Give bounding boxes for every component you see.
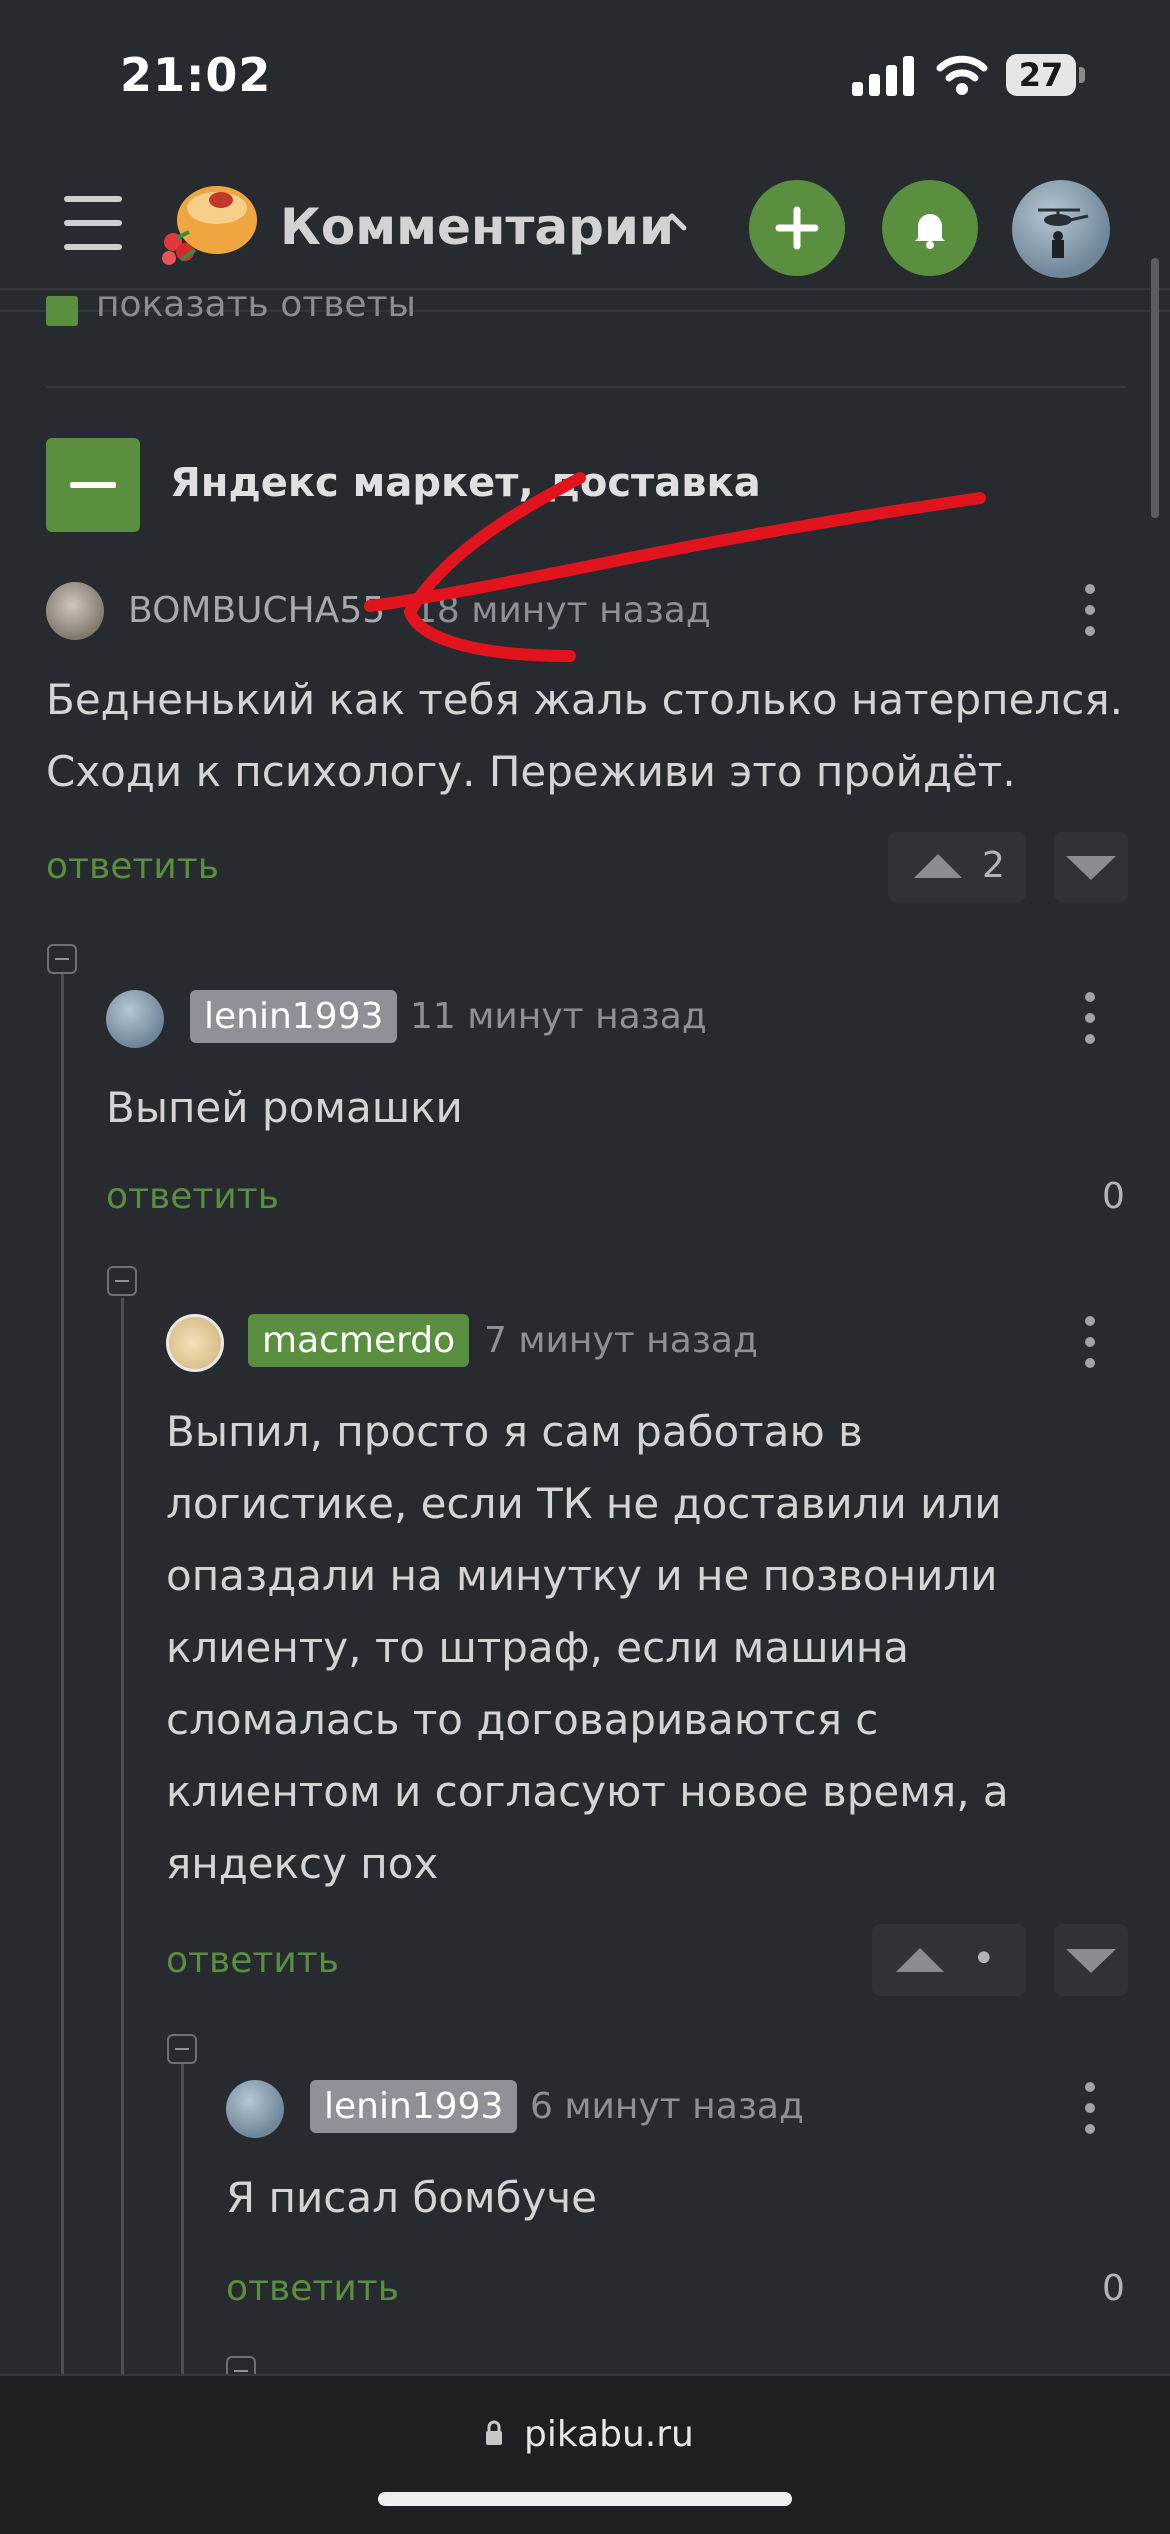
comment-time: 18 минут назад xyxy=(414,590,711,631)
comment-line: Бедненький как тебя жаль столько натерпе… xyxy=(46,675,1123,724)
scrollbar[interactable] xyxy=(1151,258,1159,518)
user-avatar[interactable] xyxy=(1012,180,1110,278)
more-options-icon[interactable] xyxy=(1085,584,1095,636)
rating-count: 2 xyxy=(982,845,1005,886)
comment-username[interactable]: BOMBUCHA55 xyxy=(128,590,385,631)
comment-username[interactable]: lenin1993 xyxy=(190,990,398,1043)
reply-link[interactable]: ответить xyxy=(226,2268,399,2309)
battery-level: 27 xyxy=(1018,56,1064,94)
helicopter-icon xyxy=(1038,208,1089,258)
thread-title[interactable]: Яндекс маркет, доставка xyxy=(170,460,761,506)
address-bar[interactable]: pikabu.ru xyxy=(524,2414,694,2455)
cellular-signal-icon xyxy=(852,56,916,96)
collapse-reply-icon[interactable] xyxy=(107,1266,137,1296)
lock-icon xyxy=(486,2420,502,2445)
expand-replies-icon[interactable] xyxy=(46,296,78,326)
avatar[interactable] xyxy=(46,582,104,640)
collapse-reply-icon[interactable] xyxy=(167,2034,197,2064)
rating-count: 0 xyxy=(1102,2268,1125,2309)
upvote-button[interactable]: 2 xyxy=(888,832,1026,902)
more-options-icon[interactable] xyxy=(1085,992,1095,1044)
arrow-down-icon xyxy=(1066,1949,1116,1973)
more-options-icon[interactable] xyxy=(1085,1316,1095,1368)
arrow-up-icon xyxy=(896,1948,944,1972)
downvote-button[interactable] xyxy=(1054,1924,1128,1996)
avatar[interactable] xyxy=(166,1314,224,1372)
chevron-up-icon[interactable] xyxy=(650,200,694,240)
comment-line: клиентом и согласуют новое время, а xyxy=(166,1767,1009,1816)
thread-line xyxy=(61,960,64,2374)
comment-line: Выпил, просто я сам работаю в xyxy=(166,1407,863,1456)
show-replies-link[interactable]: показать ответы xyxy=(96,284,416,325)
comment-line: клиенту, то штраф, если машина xyxy=(166,1623,910,1672)
more-options-icon[interactable] xyxy=(1085,2082,1095,2134)
comment-line: сломалась то договариваются с xyxy=(166,1695,879,1744)
comment-line: логистике, если ТК не доставили или xyxy=(166,1479,1002,1528)
arrow-down-icon xyxy=(1066,856,1116,880)
collapse-reply-icon[interactable] xyxy=(47,944,77,974)
comment-line: яндексу пох xyxy=(166,1839,439,1888)
comment-text: Я писал бомбуче xyxy=(226,2173,598,2222)
comment-time: 7 минут назад xyxy=(484,1320,758,1361)
reply-link[interactable]: ответить xyxy=(46,846,219,887)
comment-time: 6 минут назад xyxy=(530,2086,804,2127)
comment-username[interactable]: lenin1993 xyxy=(310,2080,518,2133)
divider xyxy=(46,386,1126,388)
avatar[interactable] xyxy=(106,990,164,1048)
rating-count: • xyxy=(972,1936,996,1982)
arrow-up-icon xyxy=(914,854,962,878)
red-arrow-annotation xyxy=(364,472,986,662)
bell-icon xyxy=(915,214,945,249)
thread-line xyxy=(121,1298,124,2374)
add-post-button[interactable] xyxy=(749,180,845,276)
page-title[interactable]: Комментарии xyxy=(280,198,674,256)
downvote-button[interactable] xyxy=(1054,832,1128,902)
notifications-button[interactable] xyxy=(882,180,978,276)
pikabu-logo[interactable] xyxy=(155,180,260,270)
minus-icon xyxy=(70,482,116,488)
wifi-icon xyxy=(936,55,988,95)
comment-time: 11 минут назад xyxy=(410,996,707,1037)
comment-line: Сходи к психологу. Переживи это пройдёт. xyxy=(46,747,1016,796)
hamburger-icon[interactable] xyxy=(64,196,122,250)
upvote-button[interactable]: • xyxy=(872,1924,1026,1996)
comment-text: Выпей ромашки xyxy=(106,1083,463,1132)
comment-text: Бедненький как тебя жаль столько натерпе… xyxy=(46,664,1123,808)
reply-link[interactable]: ответить xyxy=(106,1176,279,1217)
thread-line xyxy=(181,2064,184,2374)
battery-icon: 27 xyxy=(1006,54,1086,96)
plus-icon xyxy=(775,206,819,250)
collapse-thread-button[interactable] xyxy=(46,438,140,532)
status-time: 21:02 xyxy=(120,48,272,102)
rating-count: 0 xyxy=(1102,1176,1125,1217)
home-indicator[interactable] xyxy=(378,2492,792,2506)
avatar[interactable] xyxy=(226,2080,284,2138)
comment-line: опаздали на минутку и не позвонили xyxy=(166,1551,998,1600)
comment-username[interactable]: macmerdo xyxy=(248,1314,470,1367)
reply-link[interactable]: ответить xyxy=(166,1940,339,1981)
comment-text: Выпил, просто я сам работаю в логистике,… xyxy=(166,1396,1009,1900)
